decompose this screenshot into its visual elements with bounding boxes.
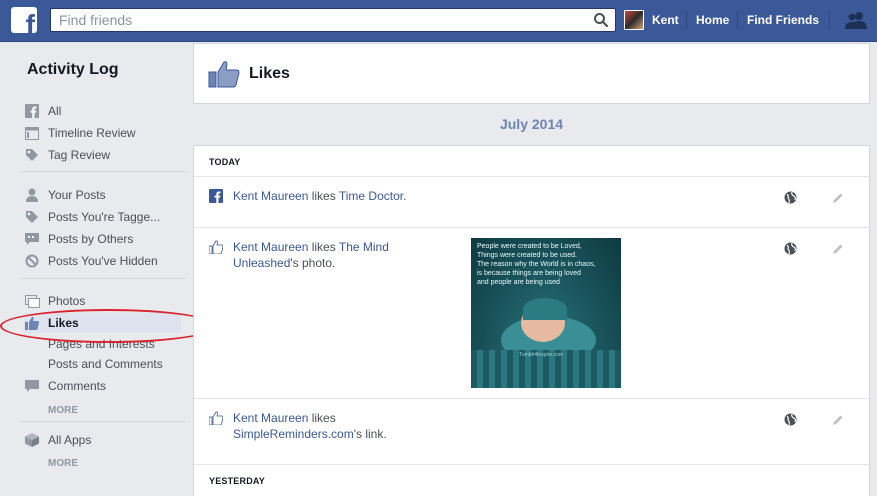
tail-text: 's photo. bbox=[290, 256, 336, 270]
sidebar-item-tag-review[interactable]: Tag Review bbox=[24, 145, 184, 165]
thumbs-up-icon bbox=[209, 411, 223, 425]
friend-requests-icon[interactable] bbox=[845, 11, 867, 29]
activity-row: Kent Maureen likes SimpleReminders.com's… bbox=[194, 399, 869, 465]
month-heading[interactable]: July 2014 bbox=[193, 116, 870, 132]
tail-text: . bbox=[403, 189, 407, 203]
tag-icon bbox=[24, 147, 40, 163]
person-icon bbox=[24, 187, 40, 203]
sidebar-item-label: All bbox=[48, 104, 62, 118]
sidebar-title: Activity Log bbox=[27, 61, 119, 78]
edit-pencil-icon[interactable] bbox=[832, 192, 844, 204]
object-link[interactable]: Time Doctor bbox=[339, 189, 403, 203]
section-header-yesterday: YESTERDAY bbox=[209, 476, 265, 486]
globe-privacy-icon[interactable] bbox=[784, 242, 797, 255]
sidebar-item-label: Posts You're Tagge... bbox=[48, 210, 161, 224]
timeline-icon bbox=[24, 125, 40, 141]
sidebar-item-label: Pages and Interests bbox=[48, 337, 155, 351]
search-input[interactable] bbox=[51, 9, 571, 31]
actor-link[interactable]: Kent Maureen bbox=[233, 189, 308, 203]
more-link[interactable]: MORE bbox=[48, 405, 78, 416]
object-link[interactable]: SimpleReminders.com bbox=[233, 427, 354, 441]
sidebar-item-label: Likes bbox=[48, 316, 79, 330]
sidebar-item-label: Timeline Review bbox=[48, 126, 136, 140]
find-friends-link[interactable]: Find Friends bbox=[747, 13, 819, 27]
nav-divider bbox=[829, 11, 830, 29]
activity-text: Kent Maureen likes Time Doctor. bbox=[233, 188, 406, 204]
sidebar-item-photos[interactable]: Photos bbox=[24, 291, 184, 311]
sidebar-item-pages-and-interests[interactable]: Pages and Interests bbox=[48, 334, 188, 354]
activity-feed: TODAY Kent Maureen likes Time Doctor. Ke… bbox=[193, 145, 870, 496]
globe-privacy-icon[interactable] bbox=[784, 191, 797, 204]
sidebar-item-comments[interactable]: Comments bbox=[24, 376, 184, 396]
search-box bbox=[50, 8, 616, 32]
sidebar-item-timeline-review[interactable]: Timeline Review bbox=[24, 123, 184, 143]
sidebar-divider bbox=[20, 421, 185, 422]
facebook-icon bbox=[24, 103, 40, 119]
thumbs-up-icon bbox=[208, 61, 240, 88]
sidebar-item-label: Tag Review bbox=[48, 148, 111, 162]
sidebar-item-likes[interactable]: Likes bbox=[24, 313, 181, 333]
cube-icon bbox=[24, 432, 40, 448]
sidebar-item-posts-tagged[interactable]: Posts You're Tagge... bbox=[24, 207, 184, 227]
search-icon[interactable] bbox=[593, 12, 609, 28]
more-link[interactable]: MORE bbox=[48, 458, 78, 469]
sidebar-item-label: Your Posts bbox=[48, 188, 106, 202]
sidebar-divider bbox=[20, 278, 185, 279]
facebook-page-icon bbox=[209, 189, 223, 203]
tag-icon bbox=[24, 209, 40, 225]
sidebar-item-label: Comments bbox=[48, 379, 107, 393]
sidebar-item-posts-and-comments[interactable]: Posts and Comments bbox=[48, 354, 188, 374]
sidebar-divider bbox=[20, 171, 185, 172]
page-title: Likes bbox=[249, 65, 290, 82]
sidebar-item-label: Posts You've Hidden bbox=[48, 254, 158, 268]
sidebar-item-label: Posts by Others bbox=[48, 232, 134, 246]
sidebar-item-all[interactable]: All bbox=[24, 101, 184, 121]
activity-row: Kent Maureen likes Time Doctor. bbox=[194, 177, 869, 228]
comment-icon bbox=[24, 378, 40, 394]
photo-quote: People were created to be Loved, Things … bbox=[477, 243, 596, 286]
liked-photo[interactable]: People were created to be Loved, Things … bbox=[471, 238, 621, 388]
photo-credit: Tumblr4Inspire.com bbox=[519, 352, 563, 358]
globe-privacy-icon[interactable] bbox=[784, 413, 797, 426]
actor-link[interactable]: Kent Maureen bbox=[233, 411, 308, 425]
nav-divider bbox=[686, 11, 687, 29]
speech-bubble-icon bbox=[24, 231, 40, 247]
edit-pencil-icon[interactable] bbox=[832, 243, 844, 255]
activity-text: Kent Maureen likes The Mind Unleashed's … bbox=[233, 239, 403, 271]
photos-icon bbox=[24, 293, 40, 309]
profile-link[interactable]: Kent bbox=[624, 9, 679, 31]
activity-text: Kent Maureen likes SimpleReminders.com's… bbox=[233, 410, 423, 442]
activity-log-sidebar: Activity Log All Timeline Review Tag Rev… bbox=[0, 43, 193, 496]
nav-divider bbox=[737, 11, 738, 29]
hidden-icon bbox=[24, 253, 40, 269]
edit-pencil-icon[interactable] bbox=[832, 414, 844, 426]
thumbs-up-icon bbox=[209, 240, 223, 254]
home-link[interactable]: Home bbox=[696, 13, 729, 27]
likes-header: Likes bbox=[193, 43, 870, 104]
actor-link[interactable]: Kent Maureen bbox=[233, 240, 308, 254]
activity-row: Kent Maureen likes The Mind Unleashed's … bbox=[194, 228, 869, 399]
user-name: Kent bbox=[652, 13, 679, 27]
tail-text: 's link. bbox=[353, 427, 387, 441]
verb-text: likes bbox=[308, 411, 336, 425]
sidebar-item-label: All Apps bbox=[48, 433, 92, 447]
verb-text: likes bbox=[308, 240, 339, 254]
sidebar-item-posts-by-others[interactable]: Posts by Others bbox=[24, 229, 184, 249]
facebook-logo-icon[interactable]: f bbox=[11, 7, 37, 33]
verb-text: likes bbox=[308, 189, 339, 203]
sidebar-item-posts-hidden[interactable]: Posts You've Hidden bbox=[24, 251, 184, 271]
thumbs-up-icon bbox=[24, 315, 40, 331]
section-header-today: TODAY bbox=[194, 146, 869, 177]
sidebar-item-all-apps[interactable]: All Apps bbox=[24, 430, 184, 450]
avatar bbox=[624, 10, 644, 30]
sidebar-item-your-posts[interactable]: Your Posts bbox=[24, 185, 184, 205]
sidebar-item-label: Photos bbox=[48, 294, 86, 308]
top-navigation-bar: f Kent Home Find Friends bbox=[0, 0, 877, 42]
sidebar-item-label: Posts and Comments bbox=[48, 357, 163, 371]
photo-baby-cap bbox=[523, 298, 567, 320]
